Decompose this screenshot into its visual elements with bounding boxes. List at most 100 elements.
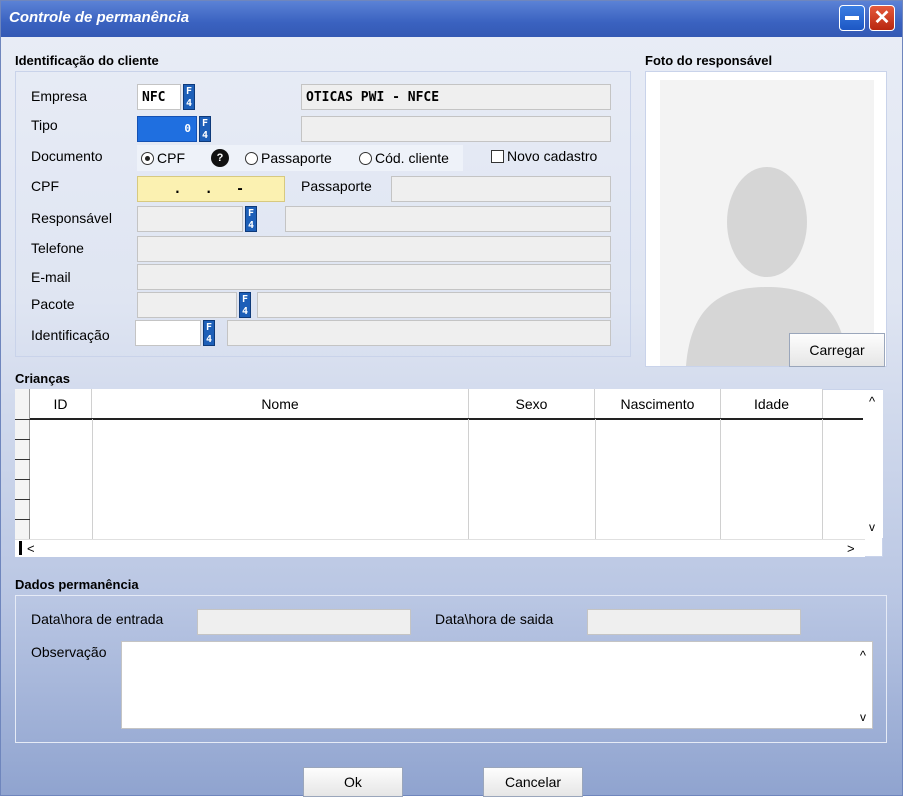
row-marker bbox=[15, 519, 30, 520]
obs-scroll-up-icon[interactable]: ^ bbox=[860, 648, 866, 663]
responsavel-f4-icon[interactable]: F4 bbox=[245, 206, 257, 232]
radio-cpf-indicator bbox=[141, 152, 154, 165]
entrada-label: Data\hora de entrada bbox=[31, 611, 164, 627]
tipo-desc-field bbox=[301, 116, 611, 142]
header-divider bbox=[30, 418, 863, 420]
novo-cadastro-label: Novo cadastro bbox=[507, 148, 598, 164]
dialog-window: Controle de permanência ✕ Identificação … bbox=[0, 0, 903, 797]
load-photo-button[interactable]: Carregar bbox=[789, 333, 885, 367]
observacao-textarea[interactable]: ^ v bbox=[121, 641, 873, 729]
pacote-label: Pacote bbox=[31, 296, 75, 312]
telefone-input[interactable] bbox=[137, 236, 611, 262]
client-section-title: Identificação do cliente bbox=[15, 53, 159, 68]
scroll-up-icon[interactable]: ^ bbox=[869, 394, 875, 409]
cancel-button[interactable]: Cancelar bbox=[483, 767, 583, 797]
identificacao-input[interactable] bbox=[135, 320, 201, 346]
col-idade-header[interactable]: Idade bbox=[721, 389, 823, 419]
passaporte-input[interactable] bbox=[391, 176, 611, 202]
f4-text: F4 bbox=[185, 86, 193, 109]
pacote-f4-icon[interactable]: F4 bbox=[239, 292, 251, 318]
radio-cpf[interactable]: CPF bbox=[141, 150, 185, 166]
col-divider bbox=[595, 419, 596, 539]
tipo-value: 0 bbox=[184, 122, 191, 135]
cpf-input[interactable]: . . - bbox=[137, 176, 285, 202]
email-label: E-mail bbox=[31, 269, 71, 285]
help-icon[interactable]: ? bbox=[211, 149, 229, 167]
close-button[interactable]: ✕ bbox=[869, 5, 895, 31]
empresa-f4-icon[interactable]: F4 bbox=[183, 84, 195, 110]
minimize-button[interactable] bbox=[839, 5, 865, 31]
documento-radio-group: CPF ? Passaporte Cód. cliente bbox=[137, 145, 463, 171]
scroll-right-icon[interactable]: > bbox=[847, 541, 855, 556]
radio-passaporte-label: Passaporte bbox=[261, 150, 332, 166]
empresa-name-value: OTICAS PWI - NFCE bbox=[306, 90, 440, 105]
photo-frame bbox=[645, 71, 887, 367]
telefone-label: Telefone bbox=[31, 240, 84, 256]
row-marker bbox=[15, 499, 30, 500]
row-indicator-column bbox=[15, 389, 30, 539]
stay-section-title: Dados permanência bbox=[15, 577, 139, 592]
row-pointer bbox=[19, 541, 22, 555]
radio-cod-cliente-indicator bbox=[359, 152, 372, 165]
empresa-code-field[interactable]: NFC bbox=[137, 84, 181, 110]
ok-button[interactable]: Ok bbox=[303, 767, 403, 797]
f4-text: F4 bbox=[247, 208, 255, 231]
children-section-title: Crianças bbox=[15, 371, 70, 386]
row-marker bbox=[15, 459, 30, 460]
empresa-label: Empresa bbox=[31, 88, 88, 104]
col-divider bbox=[720, 419, 721, 539]
col-sexo-header[interactable]: Sexo bbox=[469, 389, 595, 419]
empresa-name-field: OTICAS PWI - NFCE bbox=[301, 84, 611, 110]
passaporte-label: Passaporte bbox=[301, 178, 372, 194]
tipo-field[interactable]: 0 bbox=[137, 116, 197, 142]
col-id-header[interactable]: ID bbox=[30, 389, 92, 419]
minimize-icon bbox=[845, 16, 859, 20]
novo-cadastro-box bbox=[491, 150, 504, 163]
documento-label: Documento bbox=[31, 148, 103, 164]
saida-input[interactable] bbox=[587, 609, 801, 635]
observacao-label: Observação bbox=[31, 644, 107, 660]
obs-scroll-down-icon[interactable]: v bbox=[860, 710, 866, 724]
saida-label: Data\hora de saida bbox=[435, 611, 554, 627]
col-nome-header[interactable]: Nome bbox=[92, 389, 469, 419]
row-marker bbox=[15, 479, 30, 480]
empresa-code-value: NFC bbox=[142, 90, 166, 105]
pacote-name-field bbox=[257, 292, 611, 318]
tipo-label: Tipo bbox=[31, 117, 58, 133]
novo-cadastro-checkbox[interactable]: Novo cadastro bbox=[491, 148, 597, 164]
close-icon: ✕ bbox=[873, 7, 891, 29]
col-divider bbox=[468, 419, 469, 539]
scroll-left-icon[interactable]: < bbox=[27, 541, 35, 556]
radio-cod-cliente-label: Cód. cliente bbox=[375, 150, 449, 166]
radio-cod-cliente[interactable]: Cód. cliente bbox=[359, 150, 449, 166]
children-hscrollbar[interactable]: < > bbox=[15, 539, 865, 557]
entrada-input[interactable] bbox=[197, 609, 411, 635]
col-divider bbox=[822, 419, 823, 539]
responsavel-code-input[interactable] bbox=[137, 206, 243, 232]
scroll-down-icon[interactable]: v bbox=[869, 520, 875, 534]
title-bar[interactable]: Controle de permanência ✕ bbox=[1, 1, 902, 37]
children-vscrollbar[interactable]: ^ v bbox=[865, 390, 883, 538]
identificacao-label: Identificação bbox=[31, 327, 110, 343]
pacote-code-input[interactable] bbox=[137, 292, 237, 318]
cpf-mask: . . - bbox=[150, 182, 244, 197]
tipo-f4-icon[interactable]: F4 bbox=[199, 116, 211, 142]
identificacao-f4-icon[interactable]: F4 bbox=[203, 320, 215, 346]
radio-passaporte[interactable]: Passaporte bbox=[245, 150, 332, 166]
photo-section-title: Foto do responsável bbox=[645, 53, 773, 68]
radio-passaporte-indicator bbox=[245, 152, 258, 165]
row-marker bbox=[15, 439, 30, 440]
f4-text: F4 bbox=[241, 294, 249, 317]
f4-text: F4 bbox=[205, 322, 213, 345]
email-input[interactable] bbox=[137, 264, 611, 290]
col-divider bbox=[92, 419, 93, 539]
f4-text: F4 bbox=[201, 118, 209, 141]
window-title: Controle de permanência bbox=[9, 9, 190, 26]
col-nascimento-header[interactable]: Nascimento bbox=[595, 389, 721, 419]
person-silhouette-icon bbox=[660, 80, 874, 366]
responsavel-name-field bbox=[285, 206, 611, 232]
cpf-label: CPF bbox=[31, 178, 59, 194]
row-marker bbox=[15, 419, 30, 420]
identificacao-desc-field bbox=[227, 320, 611, 346]
responsavel-label: Responsável bbox=[31, 210, 112, 226]
